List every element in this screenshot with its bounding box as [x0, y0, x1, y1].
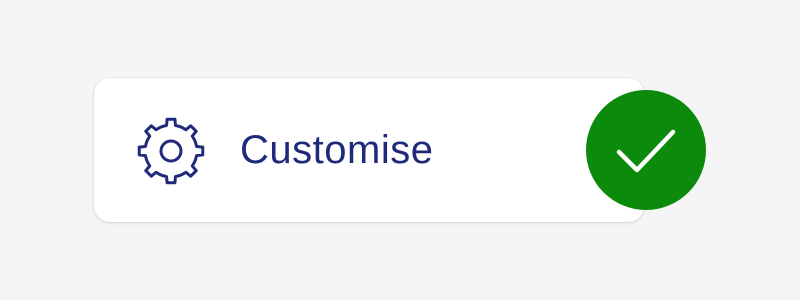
selected-check-badge [586, 90, 706, 210]
gear-icon [136, 116, 206, 186]
customise-option-label: Customise [240, 128, 434, 172]
